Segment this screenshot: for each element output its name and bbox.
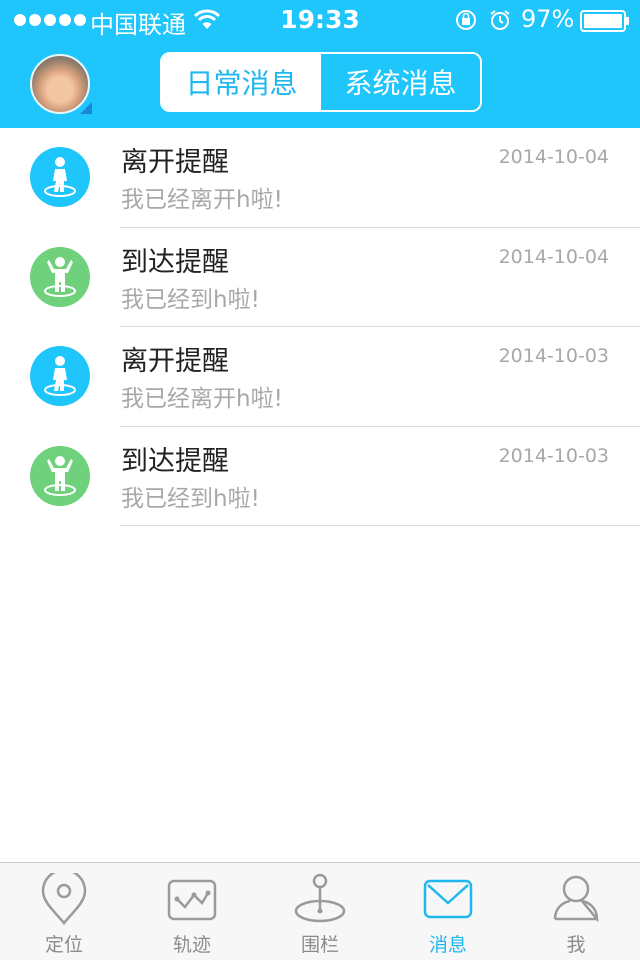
- message-item[interactable]: 离开提醒 2014-10-03 我已经离开h啦!: [0, 327, 640, 427]
- tab-label: 消息: [428, 934, 467, 956]
- message-type-segmented-control: 日常消息 系统消息: [160, 52, 482, 112]
- leave-icon: [30, 147, 90, 207]
- message-title: 离开提醒: [121, 346, 229, 377]
- location-pin-icon: [41, 873, 87, 925]
- tab-location[interactable]: 定位: [0, 863, 128, 960]
- divider: [120, 525, 640, 526]
- message-date: 2014-10-03: [498, 345, 609, 367]
- tab-label: 我: [566, 934, 586, 956]
- message-text: 我已经离开h啦!: [121, 386, 283, 412]
- message-text: 我已经到h啦!: [121, 485, 260, 512]
- header: 中国联通 19:33 97% 日常消息 系统消息: [0, 0, 640, 128]
- track-icon: [167, 879, 217, 921]
- bottom-tab-bar: 定位 轨迹 围栏 消息 我: [0, 862, 640, 960]
- message-item[interactable]: 到达提醒 2014-10-04 我已经到h啦!: [0, 228, 640, 327]
- alarm-icon: [490, 10, 510, 30]
- message-title: 离开提醒: [121, 147, 229, 178]
- arrive-icon: [30, 445, 90, 506]
- message-date: 2014-10-04: [498, 146, 609, 168]
- avatar-corner-badge: [80, 102, 92, 114]
- message-text: 我已经离开h啦!: [121, 187, 283, 213]
- message-item[interactable]: 到达提醒 2014-10-03 我已经到h啦!: [0, 427, 640, 526]
- status-bar: 中国联通 19:33 97%: [0, 0, 640, 40]
- tab-messages[interactable]: 消息: [384, 863, 512, 960]
- message-title: 到达提醒: [121, 246, 229, 278]
- person-icon: [553, 875, 599, 923]
- rotation-lock-icon: [456, 10, 476, 30]
- message-item[interactable]: 离开提醒 2014-10-04 我已经离开h啦!: [0, 128, 640, 228]
- tab-label: 围栏: [300, 934, 339, 956]
- message-title: 到达提醒: [121, 445, 229, 477]
- tab-label: 定位: [44, 934, 83, 956]
- tab-me[interactable]: 我: [512, 863, 640, 960]
- battery-percent: 97%: [521, 5, 575, 33]
- fence-icon: [294, 873, 346, 923]
- message-date: 2014-10-04: [498, 245, 609, 268]
- tab-system-messages[interactable]: 系统消息: [321, 54, 480, 110]
- message-list: 离开提醒 2014-10-04 我已经离开h啦! 到达提醒 2014-10-04…: [0, 128, 640, 526]
- tab-fence[interactable]: 围栏: [256, 863, 384, 960]
- tab-daily-messages[interactable]: 日常消息: [162, 54, 321, 110]
- arrive-icon: [30, 246, 90, 307]
- battery-icon: [580, 10, 629, 32]
- message-text: 我已经到h啦!: [121, 286, 260, 313]
- tab-label: 轨迹: [172, 934, 211, 956]
- leave-icon: [30, 346, 90, 406]
- message-date: 2014-10-03: [498, 444, 609, 467]
- envelope-icon: [423, 879, 473, 919]
- tab-track[interactable]: 轨迹: [128, 863, 256, 960]
